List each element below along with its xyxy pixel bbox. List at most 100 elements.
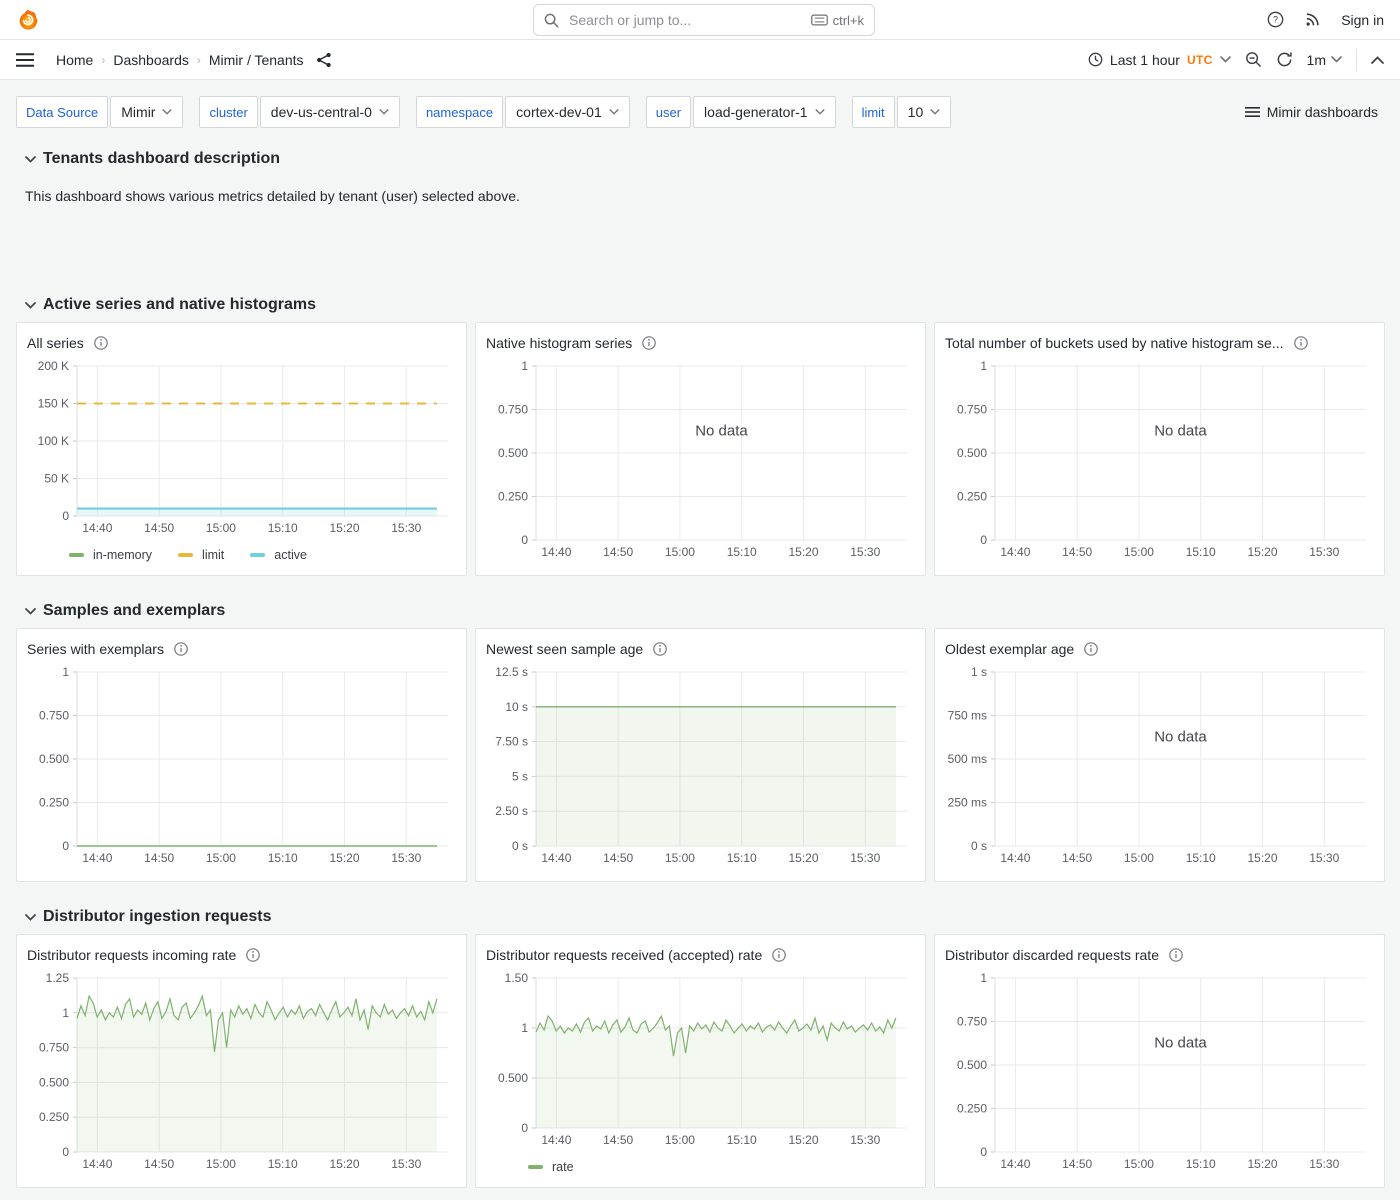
filter-value-dropdown[interactable]: cortex-dev-01 <box>505 96 630 128</box>
chart-canvas[interactable]: 14:4014:5015:0015:1015:2015:300 s2.50 s5… <box>486 664 915 868</box>
info-icon[interactable] <box>1084 642 1098 656</box>
panel-header[interactable]: All series <box>27 330 456 356</box>
info-icon[interactable] <box>174 642 188 656</box>
time-range-picker[interactable]: Last 1 hour UTC <box>1088 52 1231 68</box>
grafana-logo[interactable] <box>16 8 40 32</box>
panel-header[interactable]: Total number of buckets used by native h… <box>945 330 1374 356</box>
chart-canvas[interactable]: 14:4014:5015:0015:1015:2015:30050 K100 K… <box>27 358 456 538</box>
section-header[interactable]: Samples and exemplars <box>25 602 1384 620</box>
svg-text:15:30: 15:30 <box>1309 545 1339 559</box>
chart-canvas[interactable]: 14:4014:5015:0015:1015:2015:3000.2500.50… <box>945 358 1374 562</box>
chart-canvas[interactable]: 14:4014:5015:0015:1015:2015:3000.50011.5… <box>486 970 915 1150</box>
info-icon[interactable] <box>1294 336 1308 350</box>
chart-canvas[interactable]: 14:4014:5015:0015:1015:2015:3000.2500.50… <box>486 358 915 562</box>
news-button[interactable] <box>1304 11 1321 28</box>
search-box[interactable]: ctrl+k <box>533 4 875 36</box>
svg-text:0.750: 0.750 <box>957 1015 987 1029</box>
filter-namespace: namespace cortex-dev-01 <box>416 96 630 128</box>
svg-text:15:10: 15:10 <box>268 1157 298 1171</box>
dashboard-section: Samples and exemplars Series with exempla… <box>16 602 1384 882</box>
chart-canvas[interactable]: 14:4014:5015:0015:1015:2015:3000.2500.50… <box>27 970 456 1174</box>
chart-area[interactable]: 14:4014:5015:0015:1015:2015:3000.2500.50… <box>945 358 1374 567</box>
svg-text:No data: No data <box>1154 423 1207 440</box>
mimir-dashboards-button[interactable]: Mimir dashboards <box>1239 100 1384 124</box>
section-header[interactable]: Distributor ingestion requests <box>25 908 1384 926</box>
svg-text:15:10: 15:10 <box>268 851 298 865</box>
svg-text:15:20: 15:20 <box>1247 851 1277 865</box>
panel: Distributor requests incoming rate 14:40… <box>16 934 467 1188</box>
panel-title: Distributor requests received (accepted)… <box>486 947 762 963</box>
collapse-controls-button[interactable] <box>1371 56 1384 64</box>
filter-value-dropdown[interactable]: dev-us-central-0 <box>260 96 400 128</box>
search-input[interactable] <box>567 11 803 29</box>
svg-text:0.500: 0.500 <box>39 752 69 766</box>
share-button[interactable] <box>316 52 332 68</box>
legend-item[interactable]: in-memory <box>69 548 152 562</box>
chart-area[interactable]: 14:4014:5015:0015:1015:2015:3000.50011.5… <box>486 970 915 1155</box>
panel: Native histogram series 14:4014:5015:001… <box>475 322 926 576</box>
section-header-description[interactable]: Tenants dashboard description <box>25 150 1384 168</box>
chevron-down-icon <box>1331 56 1342 63</box>
chart-area[interactable]: 14:4014:5015:0015:1015:2015:3000.2500.50… <box>27 664 456 873</box>
chart-canvas[interactable]: 14:4014:5015:0015:1015:2015:3000.2500.50… <box>945 970 1374 1174</box>
help-button[interactable]: ? <box>1267 11 1284 28</box>
chart-canvas[interactable]: 14:4014:5015:0015:1015:2015:300 s250 ms5… <box>945 664 1374 868</box>
filter-value-dropdown[interactable]: Mimir <box>110 96 183 128</box>
chart-area[interactable]: 14:4014:5015:0015:1015:2015:300 s2.50 s5… <box>486 664 915 873</box>
info-icon[interactable] <box>94 336 108 350</box>
panel-header[interactable]: Distributor requests incoming rate <box>27 942 456 968</box>
clock-icon <box>1088 52 1103 67</box>
chart-area[interactable]: 14:4014:5015:0015:1015:2015:300 s250 ms5… <box>945 664 1374 873</box>
svg-text:0.750: 0.750 <box>39 709 69 723</box>
zoom-out-button[interactable] <box>1245 51 1262 68</box>
info-icon[interactable] <box>642 336 656 350</box>
breadcrumb-dashboards[interactable]: Dashboards <box>113 52 189 68</box>
refresh-button[interactable] <box>1276 51 1293 68</box>
chevron-down-icon <box>815 109 825 115</box>
rss-icon <box>1304 11 1321 28</box>
chart-area[interactable]: 14:4014:5015:0015:1015:2015:3000.2500.50… <box>945 970 1374 1179</box>
zoom-out-icon <box>1245 51 1262 68</box>
refresh-interval-picker[interactable]: 1m <box>1307 52 1342 68</box>
breadcrumb-home[interactable]: Home <box>56 52 93 68</box>
svg-text:14:40: 14:40 <box>82 521 112 535</box>
info-icon[interactable] <box>653 642 667 656</box>
panel-header[interactable]: Native histogram series <box>486 330 915 356</box>
svg-text:0 s: 0 s <box>512 839 528 853</box>
filter-value-dropdown[interactable]: 10 <box>897 96 952 128</box>
svg-text:0.250: 0.250 <box>498 490 528 504</box>
panel-title: All series <box>27 335 84 351</box>
top-bar: ctrl+k ? Sign in <box>0 0 1400 40</box>
menu-button[interactable] <box>16 53 34 67</box>
chart-area[interactable]: 14:4014:5015:0015:1015:2015:3000.2500.50… <box>486 358 915 567</box>
filter-value-dropdown[interactable]: load-generator-1 <box>693 96 836 128</box>
keyboard-shortcut: ctrl+k <box>811 13 864 28</box>
svg-text:1.50: 1.50 <box>505 971 529 985</box>
panel-header[interactable]: Newest seen sample age <box>486 636 915 662</box>
legend-item[interactable]: active <box>250 548 307 562</box>
chart-canvas[interactable]: 14:4014:5015:0015:1015:2015:3000.2500.50… <box>27 664 456 868</box>
panel-header[interactable]: Series with exemplars <box>27 636 456 662</box>
panel-header[interactable]: Oldest exemplar age <box>945 636 1374 662</box>
section-title: Distributor ingestion requests <box>43 908 271 926</box>
refresh-interval-label: 1m <box>1307 52 1326 68</box>
info-icon[interactable] <box>246 948 260 962</box>
filter-limit: limit 10 <box>852 96 952 128</box>
legend-label: rate <box>552 1160 574 1174</box>
filter-label: user <box>646 96 691 128</box>
chart-area[interactable]: 14:4014:5015:0015:1015:2015:3000.2500.50… <box>27 970 456 1179</box>
section-header[interactable]: Active series and native histograms <box>25 296 1384 314</box>
chart-area[interactable]: 14:4014:5015:0015:1015:2015:30050 K100 K… <box>27 358 456 543</box>
legend-item[interactable]: limit <box>178 548 224 562</box>
dashboard-content: Data Source Mimir cluster dev-us-central… <box>0 80 1400 1188</box>
svg-text:14:50: 14:50 <box>144 1157 174 1171</box>
info-icon[interactable] <box>772 948 786 962</box>
panel: All series 14:4014:5015:0015:1015:2015:3… <box>16 322 467 576</box>
panel-header[interactable]: Distributor requests received (accepted)… <box>486 942 915 968</box>
panel-row: All series 14:4014:5015:0015:1015:2015:3… <box>16 322 1384 576</box>
legend-item[interactable]: rate <box>528 1160 574 1174</box>
breadcrumb-separator: › <box>101 53 105 67</box>
panel-header[interactable]: Distributor discarded requests rate <box>945 942 1374 968</box>
sign-in-link[interactable]: Sign in <box>1341 12 1384 28</box>
info-icon[interactable] <box>1169 948 1183 962</box>
